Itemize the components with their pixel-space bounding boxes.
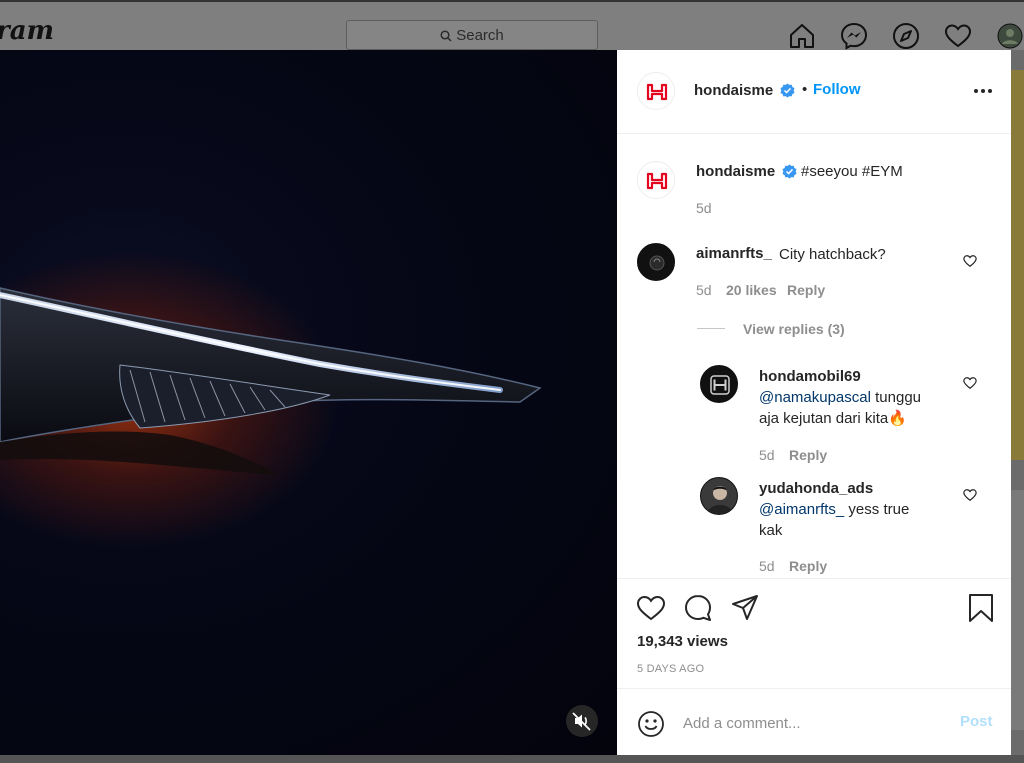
follow-button[interactable]: Follow xyxy=(813,81,861,98)
search-icon xyxy=(440,30,452,42)
reply-username[interactable]: yudahonda_ads xyxy=(759,480,873,497)
caption-avatar[interactable] xyxy=(637,161,675,199)
comment-like-icon[interactable] xyxy=(963,254,977,268)
post-video[interactable] xyxy=(0,50,617,755)
mute-button[interactable] xyxy=(566,705,598,737)
reply-text: @aimanrfts_ yess true kak xyxy=(759,499,959,541)
header-separator: • xyxy=(802,81,808,98)
comment-reply-button[interactable]: Reply xyxy=(787,282,825,298)
activity-heart-icon[interactable] xyxy=(944,22,972,50)
honda-logo-icon xyxy=(646,172,668,190)
post-actions: 19,343 views 5 DAYS AGO xyxy=(617,578,1011,688)
save-bookmark-icon[interactable] xyxy=(966,593,996,623)
profile-avatar-icon[interactable] xyxy=(996,22,1024,50)
comment-icon[interactable] xyxy=(683,593,713,623)
add-comment-bar: Post xyxy=(617,688,1011,755)
background-feed xyxy=(1011,50,1024,763)
comment-likes[interactable]: 20 likes xyxy=(726,282,777,298)
explore-icon[interactable] xyxy=(892,22,920,50)
reply-text-line1: yess true xyxy=(844,501,910,518)
reply-text: @namakupascal tunggu aja kejutan dari kit… xyxy=(759,387,959,429)
caption-hashtags[interactable]: #seeyou #EYM xyxy=(801,161,903,182)
home-icon[interactable] xyxy=(788,22,816,50)
instagram-topbar: ram Search xyxy=(0,0,1024,50)
reply-text-line1: tunggu xyxy=(870,389,921,406)
reply-reply-button[interactable]: Reply xyxy=(789,558,827,574)
view-replies-line xyxy=(697,328,725,329)
reply-username[interactable]: hondamobil69 xyxy=(759,368,861,385)
comment-avatar[interactable] xyxy=(637,243,675,281)
background-feed-bottom xyxy=(0,755,1024,763)
reply-time[interactable]: 5d xyxy=(759,558,775,574)
caption-time[interactable]: 5d xyxy=(696,200,712,216)
author-avatar[interactable] xyxy=(637,72,675,110)
emoji-icon[interactable] xyxy=(637,710,665,738)
posted-time[interactable]: 5 DAYS AGO xyxy=(637,663,704,675)
caption-username[interactable]: hondaisme xyxy=(696,163,775,180)
speaker-muted-icon xyxy=(572,712,591,731)
instagram-logo[interactable]: ram xyxy=(0,16,54,46)
reply-text-line2: kak xyxy=(759,522,783,539)
reply-mention[interactable]: @namakupascal xyxy=(759,389,871,406)
reply-avatar[interactable] xyxy=(700,365,738,403)
comment-text: City hatchback? xyxy=(779,246,886,263)
reply-text-line2: aja kejutan dari kita🔥 xyxy=(759,410,907,427)
post-header: hondaisme • Follow xyxy=(617,50,1011,134)
verified-badge-icon xyxy=(782,164,797,179)
honda-logo-icon xyxy=(646,83,668,101)
comment-username[interactable]: aimanrfts_ xyxy=(696,245,772,262)
messenger-icon[interactable] xyxy=(840,22,868,50)
reply-like-icon[interactable] xyxy=(963,376,977,390)
share-icon[interactable] xyxy=(730,593,760,623)
verified-badge-icon xyxy=(780,83,795,98)
view-count[interactable]: 19,343 views xyxy=(637,633,728,650)
reply-like-icon[interactable] xyxy=(963,488,977,502)
honda-logo-icon xyxy=(710,375,730,395)
avatar-image xyxy=(707,486,733,514)
comment-input[interactable] xyxy=(683,711,943,735)
view-replies-button[interactable]: View replies (3) xyxy=(743,321,845,337)
like-icon[interactable] xyxy=(636,593,666,623)
reply-mention[interactable]: @aimanrfts_ xyxy=(759,501,844,518)
post-details-panel: hondaisme • Follow hondaisme #seeyou #EY… xyxy=(617,50,1011,755)
reply-avatar[interactable] xyxy=(700,477,738,515)
author-username[interactable]: hondaisme xyxy=(694,82,773,99)
post-comment-button[interactable]: Post xyxy=(960,713,993,730)
avatar-image xyxy=(649,255,665,271)
headlight-image xyxy=(0,287,542,475)
search-placeholder: Search xyxy=(456,27,504,44)
comment-time[interactable]: 5d xyxy=(696,282,712,298)
reply-time[interactable]: 5d xyxy=(759,447,775,463)
reply-reply-button[interactable]: Reply xyxy=(789,447,827,463)
search-box[interactable]: Search xyxy=(346,20,598,50)
more-options-icon[interactable] xyxy=(973,88,993,94)
